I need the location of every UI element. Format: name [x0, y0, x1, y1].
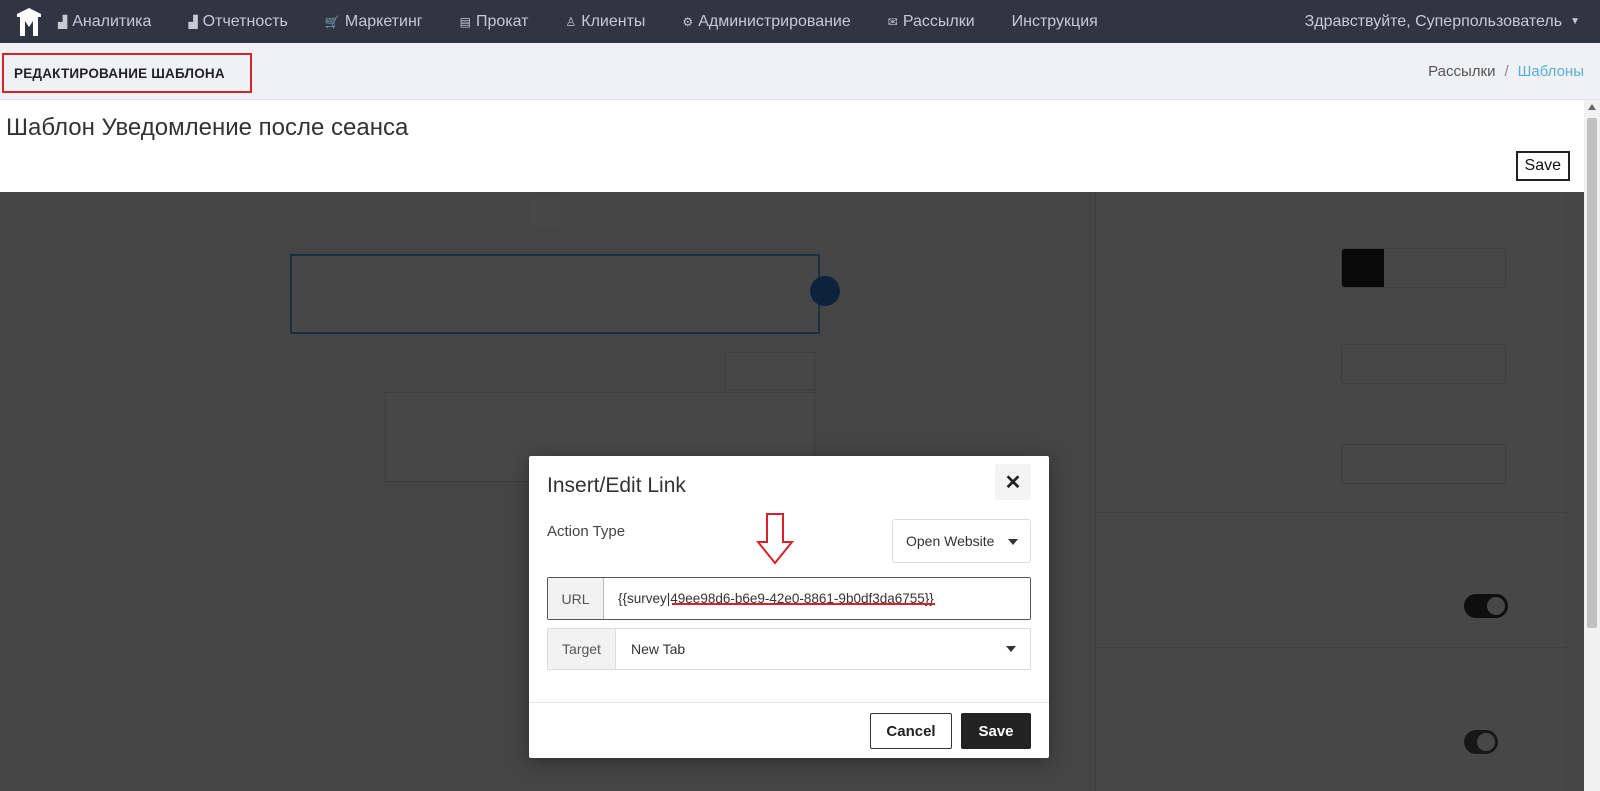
template-header: Шаблон Уведомление после сеанса Save: [0, 100, 1584, 192]
modal-save-button[interactable]: Save: [961, 713, 1031, 749]
caret-down-icon: [1006, 646, 1016, 652]
caret-down-icon: [1008, 539, 1018, 545]
breadcrumb-separator: /: [1504, 63, 1509, 80]
scroll-up-icon[interactable]: [1588, 104, 1596, 110]
gear-icon: ⚙: [682, 14, 694, 29]
breadcrumb: Рассылки / Шаблоны: [1428, 43, 1584, 100]
nav-reports[interactable]: ▟ Отчетность: [188, 13, 287, 31]
cart-icon: 🛒: [324, 14, 340, 29]
url-field-group: URL: [547, 577, 1031, 620]
arrow-down-icon: [755, 513, 795, 565]
template-title: Шаблон Уведомление после сеанса: [6, 114, 409, 141]
bar-chart-icon: ▟: [58, 14, 68, 29]
user-menu[interactable]: Здравствуйте, Суперпользователь ▼: [1305, 0, 1580, 43]
target-field-group: Target New Tab: [547, 628, 1031, 670]
close-icon[interactable]: ✕: [995, 464, 1031, 500]
nav-clients[interactable]: ♙ Клиенты: [566, 13, 646, 31]
nav-label: Инструкция: [1011, 12, 1098, 30]
save-button[interactable]: Save: [1515, 151, 1570, 181]
breadcrumb-item-templates[interactable]: Шаблоны: [1518, 63, 1584, 80]
action-type-value: Open Website: [906, 533, 995, 549]
nav-rental[interactable]: ▤ Прокат: [460, 13, 529, 31]
nav-label: Администрирование: [698, 12, 851, 30]
modal-title: Insert/Edit Link: [547, 474, 686, 497]
nav-mailings[interactable]: ✉ Рассылки: [888, 13, 975, 31]
top-navbar: ▟ Аналитика ▟ Отчетность 🛒 Маркетинг ▤ П…: [0, 0, 1600, 43]
url-input[interactable]: [604, 578, 1030, 619]
modal-footer: Cancel Save: [529, 702, 1049, 758]
nav-label: Рассылки: [902, 12, 975, 30]
target-label: Target: [548, 629, 616, 669]
cancel-button[interactable]: Cancel: [870, 713, 952, 749]
url-highlight-underline: [672, 603, 935, 605]
insert-link-modal: Insert/Edit Link ✕ Action Type Open Webs…: [529, 456, 1049, 758]
url-label: URL: [548, 578, 604, 619]
scroll-thumb[interactable]: [1587, 118, 1597, 628]
page-scrollbar[interactable]: [1584, 100, 1600, 791]
nav-label: Прокат: [475, 12, 529, 30]
page-header: РЕДАКТИРОВАНИЕ ШАБЛОНА Рассылки / Шаблон…: [0, 43, 1600, 100]
nav-instructions[interactable]: Инструкция: [1012, 13, 1098, 31]
chevron-down-icon: ▼: [1570, 16, 1580, 27]
nav-label: Клиенты: [581, 12, 646, 30]
nav-label: Аналитика: [72, 12, 152, 30]
target-select[interactable]: New Tab: [616, 629, 1030, 669]
bar-chart-icon: ▟: [188, 14, 198, 29]
nav-label: Отчетность: [202, 12, 288, 30]
mail-icon: ✉: [887, 14, 898, 29]
user-icon: ♙: [565, 14, 577, 29]
nav-marketing[interactable]: 🛒 Маркетинг: [325, 13, 423, 31]
page-title: РЕДАКТИРОВАНИЕ ШАБЛОНА: [2, 53, 252, 93]
logo-icon: [17, 7, 41, 36]
user-greeting: Здравствуйте, Суперпользователь: [1304, 12, 1563, 30]
action-type-select[interactable]: Open Website: [892, 519, 1031, 563]
nav-label: Маркетинг: [344, 12, 423, 30]
film-icon: ▤: [459, 14, 471, 29]
target-value: New Tab: [631, 641, 686, 657]
nav-administration[interactable]: ⚙ Администрирование: [682, 13, 850, 31]
action-type-label: Action Type: [547, 523, 626, 540]
nav-analytics[interactable]: ▟ Аналитика: [58, 13, 151, 31]
breadcrumb-item-mailings[interactable]: Рассылки: [1428, 63, 1495, 80]
logo[interactable]: [0, 0, 58, 43]
